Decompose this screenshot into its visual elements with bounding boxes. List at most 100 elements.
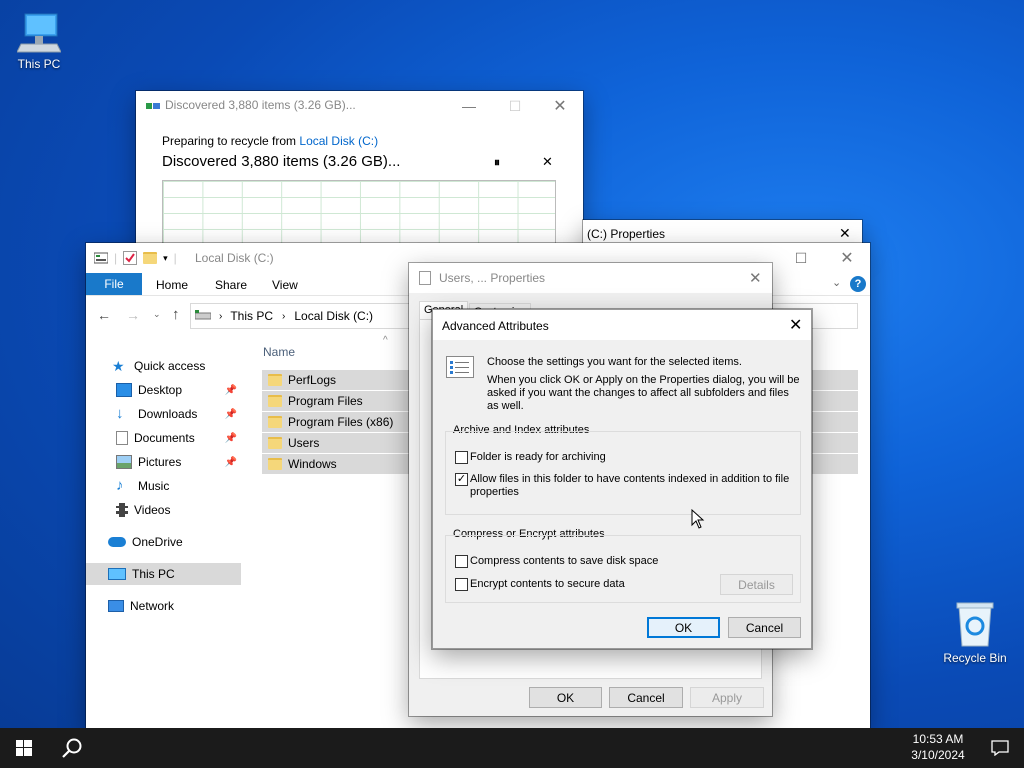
users-cancel-button[interactable]: Cancel [609, 687, 683, 708]
breadcrumb-separator-icon: › [282, 310, 286, 322]
drive-icon [195, 310, 211, 320]
nav-label: This PC [132, 567, 175, 581]
properties-icon[interactable] [94, 252, 108, 264]
pause-button[interactable]: ⏸ [494, 155, 500, 170]
archive-label: Folder is ready for archiving [470, 451, 606, 463]
folder-icon [268, 374, 282, 386]
encrypt-checkbox[interactable] [455, 578, 468, 591]
advanced-attributes-dialog: Advanced Attributes ✕ Choose the setting… [432, 309, 812, 649]
up-button[interactable]: ↑ [172, 306, 180, 323]
nav-pictures[interactable]: Pictures 📌 [86, 451, 241, 473]
download-icon: ↓ [116, 405, 124, 422]
advanced-cancel-button[interactable]: Cancel [728, 617, 801, 638]
folder-icon [268, 437, 282, 449]
folder-icon [268, 458, 282, 470]
folder-properties-icon [419, 271, 431, 285]
breadcrumb-this-pc[interactable]: This PC [230, 309, 273, 323]
nav-videos[interactable]: Videos [86, 499, 241, 521]
nav-label: Documents [134, 431, 195, 445]
desktop-icon-this-pc[interactable]: This PC [4, 10, 74, 71]
nav-label: Downloads [138, 407, 198, 421]
nav-downloads[interactable]: ↓ Downloads 📌 [86, 403, 241, 425]
explorer-title: Local Disk (C:) [195, 251, 274, 265]
file-name: Program Files (x86) [288, 415, 394, 429]
file-name: Program Files [288, 394, 363, 408]
index-checkbox[interactable]: ✓ [455, 473, 468, 486]
compress-label: Compress contents to save disk space [470, 555, 659, 567]
compress-checkbox[interactable] [455, 555, 468, 568]
back-button[interactable]: ← [97, 307, 111, 323]
breadcrumb-separator-icon: › [219, 310, 223, 322]
pin-icon: 📌 [224, 456, 237, 468]
nav-documents[interactable]: Documents 📌 [86, 427, 241, 449]
advanced-ok-button[interactable]: OK [647, 617, 720, 638]
navigation-pane: ★ Quick access Desktop 📌 ↓ Downloads 📌 D… [86, 353, 246, 613]
desktop-icon-recycle-bin[interactable]: Recycle Bin [940, 600, 1010, 665]
picture-icon [116, 455, 132, 469]
this-pc-label: This PC [17, 57, 61, 71]
details-button[interactable]: Details [720, 574, 793, 595]
music-icon: ♪ [116, 477, 124, 494]
ribbon-file-tab[interactable]: File [86, 273, 142, 295]
file-name: PerfLogs [288, 373, 337, 387]
ribbon-expand-icon[interactable]: ⌄ [832, 276, 841, 289]
users-ok-button[interactable]: OK [529, 687, 602, 708]
nav-network[interactable]: Network [86, 595, 241, 617]
action-center-button[interactable] [976, 728, 1024, 768]
c-properties-title: (C:) Properties [587, 227, 666, 241]
nav-label: Videos [134, 503, 171, 517]
computer-icon [108, 568, 126, 580]
c-properties-close-button[interactable]: ✕ [839, 225, 851, 242]
users-properties-close-button[interactable]: ✕ [749, 269, 762, 287]
nav-music[interactable]: ♪ Music [86, 475, 241, 497]
close-button[interactable]: ✕ [537, 91, 583, 121]
search-icon [62, 738, 82, 758]
explorer-maximize-button[interactable]: ☐ [778, 243, 824, 273]
users-apply-button[interactable]: Apply [690, 687, 764, 708]
file-name: Users [288, 436, 320, 450]
star-icon: ★ [112, 358, 125, 374]
computer-icon [16, 13, 62, 53]
pin-icon: 📌 [224, 432, 237, 444]
taskbar: 10:53 AM 3/10/2024 [0, 728, 1024, 768]
search-button[interactable] [48, 728, 96, 768]
archive-checkbox[interactable] [455, 451, 468, 464]
nav-label: OneDrive [132, 535, 183, 549]
progress-title-icon [146, 100, 160, 110]
clock-date: 3/10/2024 [911, 748, 965, 762]
intro-line-1: Choose the settings you want for the sel… [487, 356, 742, 368]
taskbar-clock[interactable]: 10:53 AM 3/10/2024 [900, 731, 976, 763]
checkmark-icon[interactable] [123, 251, 138, 265]
help-icon[interactable]: ? [850, 276, 866, 292]
preparing-line: Preparing to recycle from Local Disk (C:… [162, 134, 378, 148]
nav-desktop[interactable]: Desktop 📌 [86, 379, 241, 401]
advanced-attributes-title: Advanced Attributes [442, 319, 549, 333]
nav-onedrive[interactable]: OneDrive [86, 531, 241, 553]
file-name: Windows [288, 457, 337, 471]
source-link[interactable]: Local Disk (C:) [299, 134, 378, 148]
preparing-prefix: Preparing to recycle from [162, 134, 300, 148]
explorer-close-button[interactable]: ✕ [824, 243, 870, 273]
forward-button[interactable]: → [126, 307, 140, 323]
nav-quick-access[interactable]: ★ Quick access [86, 355, 241, 377]
nav-this-pc[interactable]: This PC [86, 563, 241, 585]
customize-toolbar-icon[interactable]: ▾ [163, 253, 168, 264]
minimize-button[interactable]: — [446, 91, 492, 121]
ribbon-home-tab[interactable]: Home [156, 278, 188, 292]
folder-icon [143, 252, 158, 264]
maximize-button[interactable]: ☐ [492, 91, 538, 121]
column-header-name[interactable]: Name [263, 345, 295, 359]
notification-icon [991, 740, 1009, 756]
breadcrumb-local-disk[interactable]: Local Disk (C:) [294, 309, 373, 323]
advanced-close-button[interactable]: ✕ [789, 315, 802, 335]
ribbon-view-tab[interactable]: View [272, 278, 298, 292]
recent-locations-button[interactable]: ⌄ [153, 309, 161, 320]
cancel-operation-button[interactable]: ✕ [542, 154, 553, 170]
folder-icon [268, 395, 282, 407]
start-button[interactable] [0, 728, 48, 768]
quick-access-toolbar: | ▾ | [94, 250, 190, 266]
desktop-icon [116, 383, 132, 397]
ribbon-share-tab[interactable]: Share [215, 278, 247, 292]
folder-icon [268, 416, 282, 428]
users-properties-title: Users, ... Properties [439, 271, 546, 285]
